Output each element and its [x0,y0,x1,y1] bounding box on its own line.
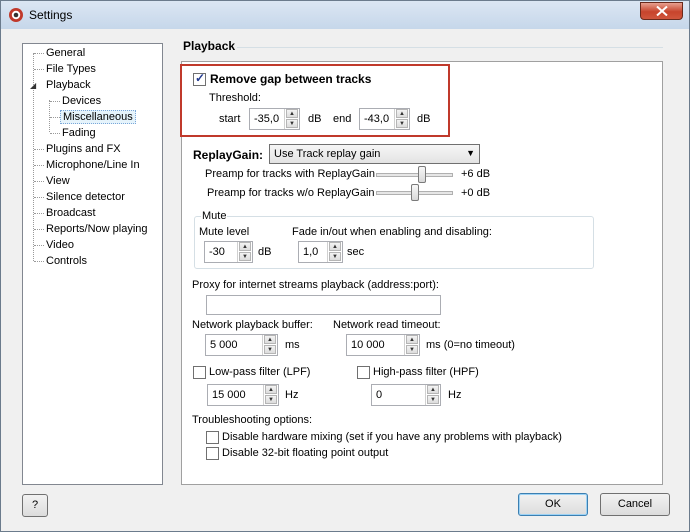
spin-down-icon[interactable]: ▼ [396,119,408,128]
preamp-without-label: Preamp for tracks w/o ReplayGain [207,187,375,199]
expand-triangle-icon[interactable]: ◢ [30,81,36,90]
spin-up-icon[interactable]: ▲ [396,109,408,118]
tree-item-playback[interactable]: Playback [46,77,91,93]
hpf-checkbox[interactable] [357,366,370,379]
network-buffer-label: Network playback buffer: [192,319,313,331]
spin-up-icon[interactable]: ▲ [329,242,341,251]
cancel-button[interactable]: Cancel [600,493,670,516]
settings-tree[interactable]: General File Types ◢ Playback Devices Mi… [22,43,163,485]
fade-spinner[interactable]: 1,0 ▲ ▼ [298,241,343,263]
spin-down-icon[interactable]: ▼ [329,252,341,261]
end-label: end [333,113,352,125]
threshold-label: Threshold: [209,92,261,104]
tree-item-view[interactable]: View [46,173,70,189]
hpf-label: High-pass filter (HPF) [373,366,479,378]
end-unit: dB [417,113,431,125]
close-button[interactable] [640,2,683,20]
proxy-label: Proxy for internet streams playback (add… [192,279,439,291]
hpf-spinner[interactable]: 0 ▲ ▼ [371,384,441,406]
preamp-with-slider-thumb[interactable] [418,166,426,183]
network-timeout-spinner[interactable]: 10 000 ▲ ▼ [346,334,420,356]
start-label: start [219,113,241,125]
tree-item-plugins-fx[interactable]: Plugins and FX [46,141,121,157]
network-timeout-unit: ms (0=no timeout) [426,339,515,351]
tree-item-devices[interactable]: Devices [62,93,101,109]
section-title: Playback [183,39,236,53]
chevron-down-icon: ▼ [466,148,475,158]
spin-up-icon[interactable]: ▲ [264,335,276,344]
spin-down-icon[interactable]: ▼ [427,395,439,404]
hw-mixing-label: Disable hardware mixing (set if you have… [222,431,562,443]
mute-group-label: Mute [201,210,228,222]
lpf-spinner[interactable]: 15 000 ▲ ▼ [207,384,279,406]
replaygain-select[interactable]: Use Track replay gain ▼ [269,144,480,164]
remove-gap-label: Remove gap between tracks [210,72,372,86]
settings-window: Settings General File Types ◢ Playback D… [0,0,690,532]
troubleshooting-label: Troubleshooting options: [192,414,313,426]
tree-item-miscellaneous[interactable]: Miscellaneous [60,109,136,125]
tree-item-file-types[interactable]: File Types [46,61,96,77]
network-buffer-spinner[interactable]: 5 000 ▲ ▼ [205,334,278,356]
spin-up-icon[interactable]: ▲ [265,385,277,394]
spin-up-icon[interactable]: ▲ [427,385,439,394]
replaygain-label: ReplayGain: [193,148,264,162]
preamp-with-label: Preamp for tracks with ReplayGain [205,168,375,180]
tree-item-broadcast[interactable]: Broadcast [46,205,96,221]
preamp-without-slider-thumb[interactable] [411,184,419,201]
mute-level-label: Mute level [199,226,250,238]
start-threshold-spinner[interactable]: -35,0 ▲ ▼ [249,108,300,130]
mute-level-spinner[interactable]: -30 ▲ ▼ [204,241,253,263]
lpf-label: Low-pass filter (LPF) [209,366,311,378]
network-buffer-unit: ms [285,339,300,351]
lpf-checkbox[interactable] [193,366,206,379]
tree-item-video[interactable]: Video [46,237,74,253]
window-title: Settings [29,8,73,22]
preamp-with-value: +6 dB [461,168,491,180]
hpf-unit: Hz [448,389,462,401]
spin-up-icon[interactable]: ▲ [406,335,418,344]
spin-down-icon[interactable]: ▼ [406,345,418,354]
title-bar[interactable]: Settings [1,1,689,29]
tree-item-microphone[interactable]: Microphone/Line In [46,157,140,173]
spin-down-icon[interactable]: ▼ [264,345,276,354]
fade-unit: sec [347,246,365,258]
help-button[interactable]: ? [22,494,48,517]
hw-mixing-checkbox[interactable] [206,431,219,444]
fade-label: Fade in/out when enabling and disabling: [292,226,492,238]
app-icon [9,8,23,22]
tree-item-silence-detector[interactable]: Silence detector [46,189,125,205]
spin-down-icon[interactable]: ▼ [265,395,277,404]
spin-down-icon[interactable]: ▼ [239,252,251,261]
float-output-checkbox[interactable] [206,447,219,460]
spin-down-icon[interactable]: ▼ [286,119,298,128]
float-output-label: Disable 32-bit floating point output [222,447,389,459]
mute-group [194,216,594,269]
section-divider [237,47,663,48]
tree-item-general[interactable]: General [46,45,85,61]
tree-item-fading[interactable]: Fading [62,125,96,141]
remove-gap-checkbox[interactable] [193,71,206,86]
tree-item-controls[interactable]: Controls [46,253,87,269]
tree-item-reports[interactable]: Reports/Now playing [46,221,148,237]
preamp-without-value: +0 dB [461,187,491,199]
mute-level-unit: dB [258,246,272,258]
proxy-input[interactable] [206,295,441,315]
spin-up-icon[interactable]: ▲ [239,242,251,251]
close-icon [656,6,668,16]
preamp-with-slider[interactable] [376,173,453,177]
lpf-unit: Hz [285,389,299,401]
end-threshold-spinner[interactable]: -43,0 ▲ ▼ [359,108,410,130]
spin-up-icon[interactable]: ▲ [286,109,298,118]
ok-button[interactable]: OK [518,493,588,516]
start-unit: dB [308,113,322,125]
network-timeout-label: Network read timeout: [333,319,441,331]
